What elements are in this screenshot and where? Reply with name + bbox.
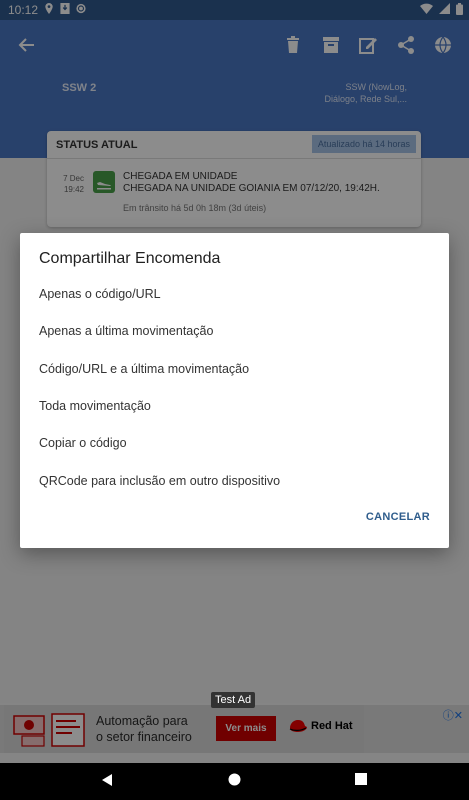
option-code-and-last-movement[interactable]: Código/URL e a última movimentação [39, 354, 429, 384]
test-ad-label: Test Ad [211, 692, 256, 708]
nav-home-icon[interactable] [228, 773, 241, 786]
dialog-title: Compartilhar Encomenda [39, 250, 221, 267]
option-code-url[interactable]: Apenas o código/URL [39, 279, 429, 309]
option-last-movement[interactable]: Apenas a última movimentação [39, 316, 429, 346]
option-all-movements[interactable]: Toda movimentação [39, 391, 429, 421]
option-copy-code[interactable]: Copiar o código [39, 428, 429, 458]
cancel-button[interactable]: CANCELAR [366, 511, 430, 523]
nav-back-icon[interactable] [100, 773, 114, 787]
option-qrcode[interactable]: QRCode para inclusão em outro dispositiv… [39, 466, 429, 496]
navigation-bar [0, 763, 469, 800]
nav-recents-icon[interactable] [355, 773, 367, 785]
share-dialog: Compartilhar Encomenda Apenas o código/U… [20, 233, 449, 548]
